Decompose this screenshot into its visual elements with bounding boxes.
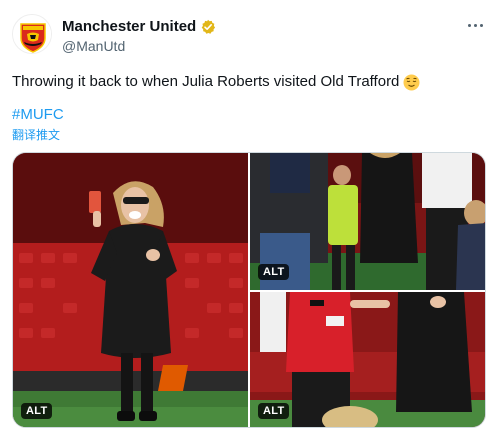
- photo-touchline-group[interactable]: ALT: [250, 153, 485, 290]
- translate-tweet-link[interactable]: 翻译推文: [12, 126, 60, 143]
- tweet-body: Throwing it back to when Julia Roberts v…: [12, 73, 400, 90]
- display-name[interactable]: Manchester United: [62, 18, 196, 35]
- account-handle[interactable]: @ManUtd: [62, 38, 125, 54]
- tweet-text: Throwing it back to when Julia Roberts v…: [12, 72, 420, 92]
- alt-badge[interactable]: ALT: [21, 403, 53, 419]
- more-options-icon[interactable]: [464, 16, 486, 34]
- alt-badge[interactable]: ALT: [258, 264, 290, 280]
- tweet-header: Manchester United @ManUtd: [12, 14, 488, 58]
- man-utd-crest-icon[interactable]: [12, 14, 52, 54]
- hashtag-link[interactable]: #MUFC: [12, 106, 64, 123]
- alt-badge[interactable]: ALT: [258, 403, 290, 419]
- media-grid: ALT ALT ALT: [12, 152, 486, 428]
- photo-kid-in-united-kit[interactable]: ALT: [250, 292, 485, 427]
- relieved-face-emoji-icon: [403, 74, 420, 91]
- verified-badge-icon: [200, 19, 216, 35]
- photo-julia-roberts-pitch[interactable]: ALT: [13, 153, 248, 427]
